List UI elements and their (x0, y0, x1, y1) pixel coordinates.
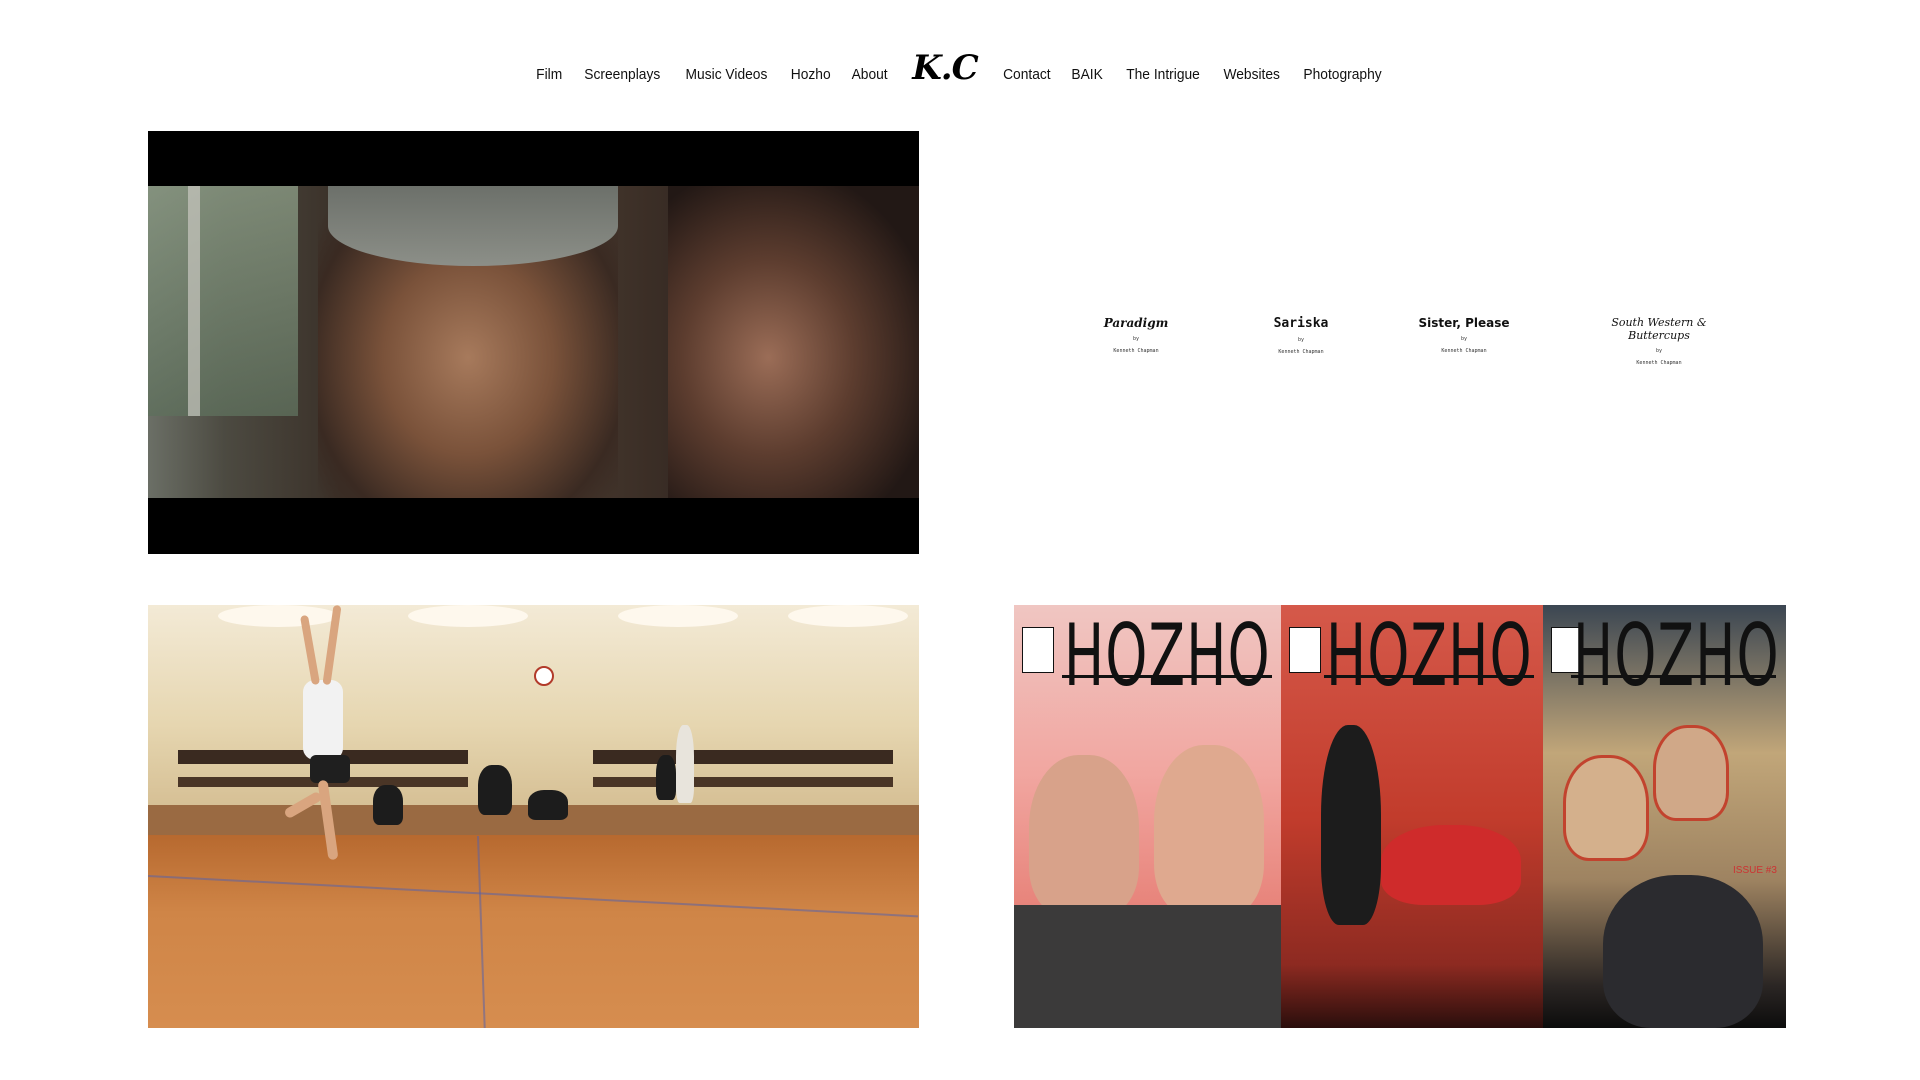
screenplay-by: by (1297, 337, 1305, 343)
ceiling-light (218, 605, 338, 627)
screenplay-by: by (1132, 336, 1140, 342)
title-strike (1062, 675, 1272, 678)
screenplay-by: by (1460, 336, 1468, 342)
screenplay-author: Kenneth Chapman (1441, 348, 1487, 354)
screenplay-title-page: South Western & Buttercups by Kenneth Ch… (1579, 316, 1739, 366)
comic-cover-1: HOZHO (1014, 605, 1281, 1028)
nav-link-about[interactable]: About (852, 66, 888, 83)
seated-dancer (656, 755, 676, 800)
screenplay-author: Kenneth Chapman (1278, 349, 1324, 355)
studio-wall (148, 605, 919, 805)
title-strike (1571, 675, 1776, 678)
character-figure (1381, 825, 1521, 905)
bench-back (593, 750, 893, 764)
character-figure (1321, 725, 1381, 925)
nav-link-the-intrigue[interactable]: The Intrigue (1126, 66, 1200, 83)
photo-pinned (1563, 755, 1649, 861)
screenplays-tile[interactable]: Paradigm by Kenneth Chapman Sariska by K… (1014, 131, 1786, 554)
screenplay-by: by (1655, 348, 1663, 354)
nav-link-hozho[interactable]: Hozho (790, 66, 830, 83)
beanie-hat (328, 186, 618, 266)
actor-profile (668, 186, 919, 498)
screenplay-title-page: Sariska by Kenneth Chapman (1221, 316, 1381, 355)
comic-title: HOZHO (1573, 606, 1780, 706)
seated-dancer (478, 765, 512, 815)
window-frame (188, 186, 200, 416)
dancer-figure (303, 680, 343, 760)
screenplay-title-page: Paradigm by Kenneth Chapman (1056, 316, 1216, 354)
cover-badge (1289, 627, 1321, 673)
issue-label: ISSUE #3 (1733, 865, 1777, 876)
nav-link-film[interactable]: Film (536, 66, 562, 83)
nav-link-contact[interactable]: Contact (1003, 66, 1051, 83)
screenplay-title: Sariska (1273, 316, 1329, 331)
cover-badge (1022, 627, 1054, 673)
music-video-tile[interactable] (148, 605, 919, 1028)
film-still-image (148, 186, 919, 498)
window-background (148, 186, 298, 416)
seated-dancer (373, 785, 403, 825)
floor-line (477, 835, 489, 1028)
screenplay-title: Sister, Please (1418, 316, 1510, 330)
wall-clock (534, 666, 554, 686)
photo-pinned (1653, 725, 1729, 821)
screenplay-title: Paradigm (1103, 316, 1169, 330)
screenplay-title-page: Sister, Please by Kenneth Chapman (1384, 316, 1544, 354)
standing-dancer (676, 725, 694, 803)
character-face (1154, 745, 1264, 915)
ceiling-light (788, 605, 908, 627)
comic-title: HOZHO (1326, 606, 1533, 706)
screenplay-author: Kenneth Chapman (1113, 348, 1159, 354)
comic-cover-2: HOZHO (1281, 605, 1543, 1028)
film-tile[interactable] (148, 131, 919, 554)
character-face (1029, 755, 1139, 915)
dancer-shorts (310, 755, 350, 783)
nav-link-photography[interactable]: Photography (1303, 66, 1381, 83)
ceiling-light (618, 605, 738, 627)
screenplay-author: Kenneth Chapman (1636, 360, 1682, 366)
floor-line (148, 875, 918, 918)
wooden-floor (148, 835, 919, 1028)
hozho-tile[interactable]: HOZHO HOZHO HOZHO ISSUE #3 (1014, 605, 1786, 1028)
nav-link-music-videos[interactable]: Music Videos (685, 66, 767, 83)
title-strike (1324, 675, 1534, 678)
nav-link-screenplays[interactable]: Screenplays (584, 66, 660, 83)
seated-dancer (528, 790, 568, 820)
character-clothing (1014, 905, 1281, 1028)
comic-title: HOZHO (1064, 606, 1271, 706)
nav-link-baik[interactable]: BAIK (1072, 66, 1103, 83)
site-logo[interactable]: K.C (912, 48, 978, 88)
comic-cover-3: HOZHO ISSUE #3 (1543, 605, 1786, 1028)
ceiling-light (408, 605, 528, 627)
detective-figure (1603, 875, 1763, 1028)
screenplay-title: South Western & Buttercups (1611, 316, 1707, 342)
main-navigation: Film Screenplays Music Videos Hozho Abou… (0, 44, 1920, 104)
nav-link-websites[interactable]: Websites (1223, 66, 1280, 83)
bench (593, 777, 893, 787)
